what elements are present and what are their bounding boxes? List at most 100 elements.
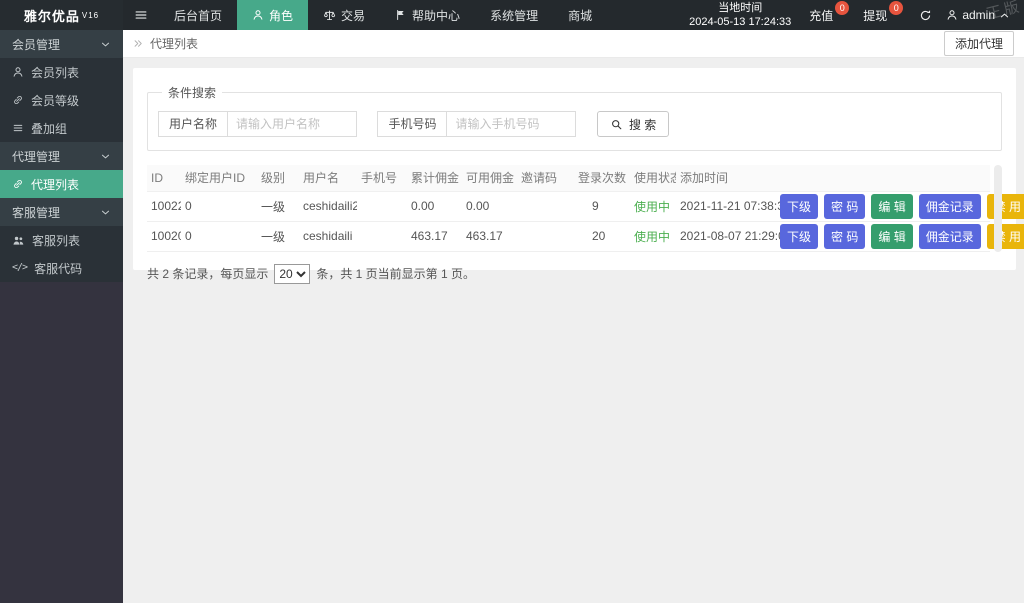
column-header: 级别 xyxy=(257,165,299,192)
sidebar-section-service[interactable]: 客服管理 xyxy=(0,198,123,226)
username-field-group: 用户名称 xyxy=(158,111,358,137)
cell-id: 10020 xyxy=(147,221,181,252)
edit-button[interactable]: 编 辑 xyxy=(871,223,913,249)
sidebar-toggle-button[interactable] xyxy=(123,0,159,30)
cell-login-count: 20 xyxy=(574,221,630,252)
table-header-row: ID绑定用户ID级别用户名手机号累计佣金可用佣金邀请码登录次数使用状态添加时间 xyxy=(147,165,990,192)
cell-phone xyxy=(357,191,407,222)
nav-item-help-center[interactable]: 帮助中心 xyxy=(380,0,475,30)
local-time-label: 当地时间 xyxy=(718,1,763,14)
table-scrollbar[interactable] xyxy=(994,165,1002,252)
local-time-value: 2024-05-13 17:24:33 xyxy=(689,16,792,28)
page-size-select[interactable]: 20 xyxy=(274,263,311,284)
sidebar-item-label: 代理列表 xyxy=(31,177,80,192)
username-label: admin xyxy=(962,8,995,22)
sidebar-section-agent[interactable]: 代理管理 xyxy=(0,142,123,170)
table-row: 100200一级ceshidaili 463.17463.17 20使用中2021-… xyxy=(147,221,1024,252)
sidebar-item-service-list[interactable]: 客服列表 xyxy=(0,226,123,254)
nav-item-label: 后台首页 xyxy=(174,8,223,23)
recharge-badge: 0 xyxy=(835,1,850,15)
sidebar-item-member-list[interactable]: 会员列表 xyxy=(0,58,123,86)
cell-invite-code xyxy=(517,221,574,252)
nav-item-roles[interactable]: 角色 xyxy=(237,0,309,30)
cell-username: ceshidaili xyxy=(299,221,357,252)
refresh-icon xyxy=(919,9,932,22)
sidebar-item-stack-group[interactable]: 叠加组 xyxy=(0,114,123,142)
nav-item-trade[interactable]: 交易 xyxy=(308,0,380,30)
disable-button[interactable]: 禁 用 xyxy=(986,193,1024,219)
user-menu[interactable]: admin xyxy=(946,8,1010,22)
agents-table: ID绑定用户ID级别用户名手机号累计佣金可用佣金邀请码登录次数使用状态添加时间 … xyxy=(147,165,1024,252)
withdraw-link[interactable]: 提现 0 xyxy=(863,0,904,30)
topbar-right: 当地时间 2024-05-13 17:24:33 充值 0 提现 0 admin xyxy=(689,0,1024,30)
password-button[interactable]: 密 码 xyxy=(824,193,866,219)
nav-item-label: 帮助中心 xyxy=(412,8,461,23)
cell-phone xyxy=(357,221,407,252)
nav-item-label: 系统管理 xyxy=(490,8,539,23)
scale-icon xyxy=(323,9,336,22)
row-actions: 下级密 码编 辑佣金记录禁 用 xyxy=(780,221,1024,252)
sidebar-item-label: 客服代码 xyxy=(34,261,83,276)
flag-icon xyxy=(395,9,407,21)
user-icon xyxy=(12,66,24,78)
list-icon xyxy=(12,122,24,134)
add-agent-button[interactable]: 添加代理 xyxy=(943,31,1014,56)
breadcrumb[interactable]: 代理列表 xyxy=(150,35,198,52)
content-card: 条件搜索 用户名称 手机号码 搜 索 ID绑定用户ID级别用户名手机号累计佣金可… xyxy=(133,68,1024,284)
refresh-button[interactable] xyxy=(919,9,932,22)
cell-created-at: 2021-11-21 07:38:33 xyxy=(676,191,780,222)
search-button[interactable]: 搜 索 xyxy=(596,111,670,137)
column-header-actions xyxy=(780,165,990,192)
pagination: 共 2 条记录，每页显示 20 条，共 1 页当前显示第 1 页。 xyxy=(147,263,1002,284)
app-logo: 雅尔优品 V16 xyxy=(0,0,123,30)
commission-log-button[interactable]: 佣金记录 xyxy=(918,223,981,249)
sidebar-item-member-level[interactable]: 会员等级 xyxy=(0,86,123,114)
local-time: 当地时间 2024-05-13 17:24:33 xyxy=(689,1,791,30)
column-header: 绑定用户ID xyxy=(181,165,257,192)
column-header: 登录次数 xyxy=(574,165,630,192)
search-fieldset: 条件搜索 用户名称 手机号码 搜 索 xyxy=(147,84,1002,151)
recharge-link[interactable]: 充值 0 xyxy=(809,0,850,30)
subordinate-button[interactable]: 下级 xyxy=(780,193,819,219)
sidebar: 会员管理 会员列表 会员等级 叠加组 代理管理代理列表客服管理 客服列表 </> 客服代码 xyxy=(0,30,123,603)
search-button-label: 搜 索 xyxy=(628,117,657,132)
chevron-down-icon xyxy=(100,207,111,218)
table-row: 100220一级ceshidaili2 0.000.00 9使用中2021-11-2… xyxy=(147,191,1024,222)
cell-available-commission: 463.17 xyxy=(462,221,517,252)
search-icon xyxy=(610,118,623,131)
subordinate-button[interactable]: 下级 xyxy=(780,223,819,249)
cell-available-commission: 0.00 xyxy=(462,191,517,222)
pagination-prefix: 共 2 条记录，每页显示 xyxy=(147,267,269,281)
cell-username: ceshidaili2 xyxy=(299,191,357,222)
sidebar-section-member[interactable]: 会员管理 xyxy=(0,30,123,58)
cell-total-commission: 0.00 xyxy=(407,191,462,222)
password-button[interactable]: 密 码 xyxy=(824,223,866,249)
withdraw-label: 提现 xyxy=(863,8,888,23)
menu-icon xyxy=(134,8,148,22)
column-header: ID xyxy=(147,165,181,192)
nav-item-dashboard[interactable]: 后台首页 xyxy=(159,0,237,30)
nav-item-mall[interactable]: 商城 xyxy=(553,0,607,30)
app-logo-text: 雅尔优品 xyxy=(23,8,80,24)
breadcrumb-bar: 代理列表 添加代理 xyxy=(123,30,1024,58)
users-icon xyxy=(12,234,25,247)
phone-input[interactable] xyxy=(446,111,577,137)
sidebar-item-service-code[interactable]: </> 客服代码 xyxy=(0,254,123,282)
cell-bind-user-id: 0 xyxy=(181,221,257,252)
sidebar-item-agent-list[interactable]: 代理列表 xyxy=(0,170,123,198)
column-header: 使用状态 xyxy=(630,165,676,192)
nav-item-label: 交易 xyxy=(341,8,366,23)
username-input[interactable] xyxy=(227,111,358,137)
link-icon xyxy=(12,94,24,106)
cell-level: 一级 xyxy=(257,191,299,222)
nav-item-system[interactable]: 系统管理 xyxy=(475,0,553,30)
disable-button[interactable]: 禁 用 xyxy=(986,223,1024,249)
edit-button[interactable]: 编 辑 xyxy=(871,193,913,219)
cell-status: 使用中 xyxy=(630,191,676,222)
username-field-label: 用户名称 xyxy=(158,111,228,137)
user-icon xyxy=(252,9,264,21)
cell-level: 一级 xyxy=(257,221,299,252)
pagination-suffix: 条，共 1 页当前显示第 1 页。 xyxy=(316,267,476,281)
link-icon xyxy=(12,178,24,190)
commission-log-button[interactable]: 佣金记录 xyxy=(918,193,981,219)
